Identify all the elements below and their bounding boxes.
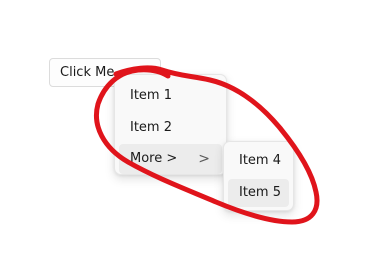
chevron-right-icon: > <box>198 151 210 167</box>
app-canvas: Click Me Item 1 Item 2 More > > Item 4 I… <box>0 0 382 279</box>
menu-item-1[interactable]: Item 1 <box>119 81 222 111</box>
menu-item-label: More > <box>130 151 178 166</box>
submenu-item-5[interactable]: Item 5 <box>228 179 289 207</box>
submenu: Item 4 Item 5 <box>223 141 294 211</box>
context-menu: Item 1 Item 2 More > > <box>114 74 227 175</box>
submenu-item-4[interactable]: Item 4 <box>228 147 289 175</box>
menu-item-label: Item 1 <box>130 88 172 103</box>
menu-item-more[interactable]: More > > <box>119 144 222 174</box>
submenu-item-label: Item 4 <box>239 153 281 168</box>
menu-item-label: Item 2 <box>130 120 172 135</box>
menu-item-2[interactable]: Item 2 <box>119 113 222 143</box>
submenu-item-label: Item 5 <box>239 185 281 200</box>
